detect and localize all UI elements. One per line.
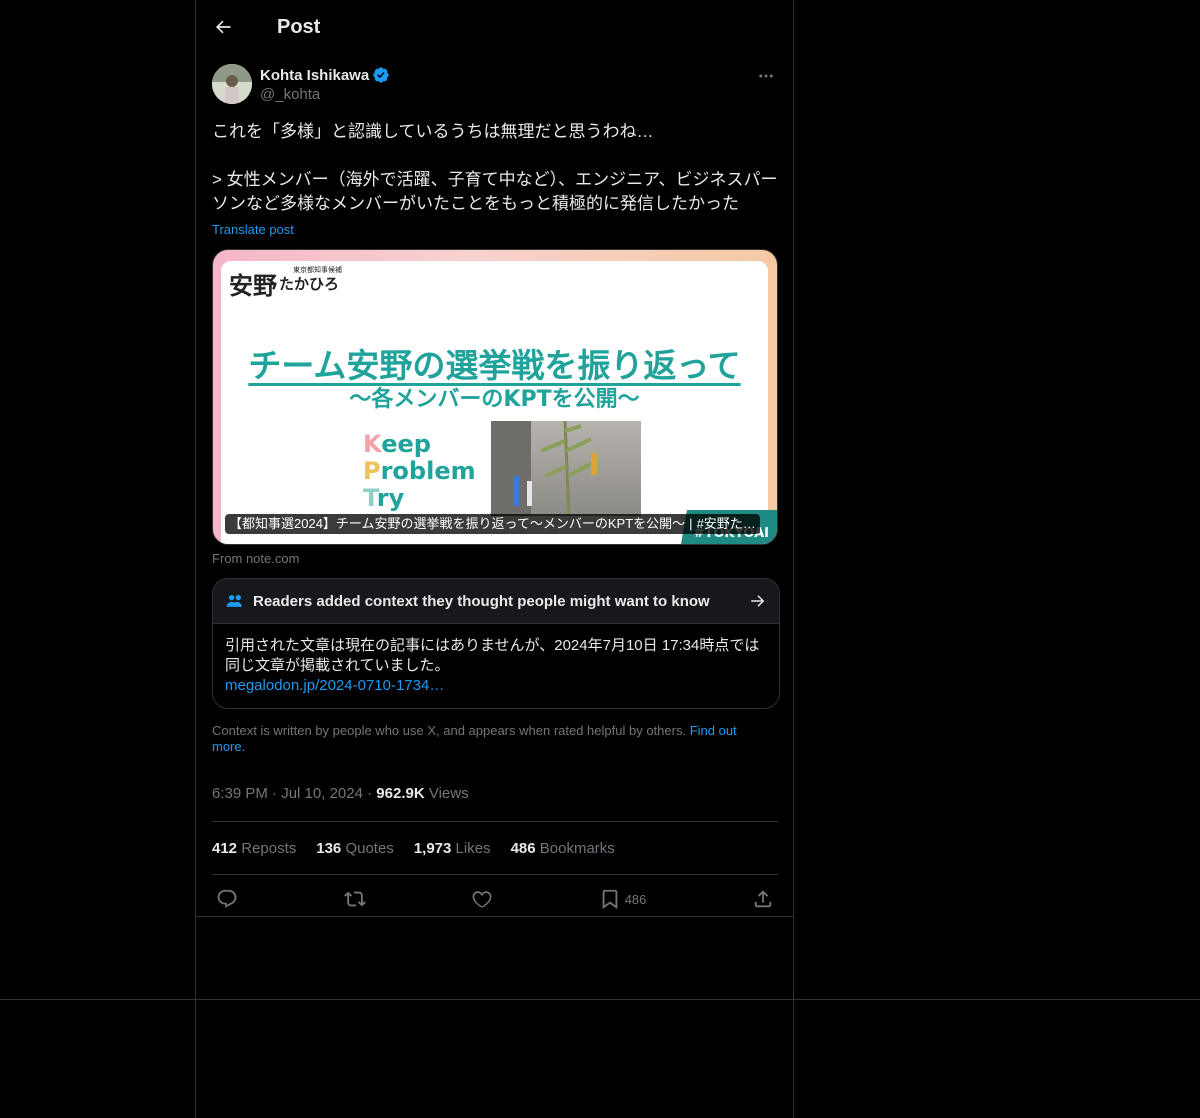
- community-note-link[interactable]: megalodon.jp/2024-0710-1734…: [225, 676, 767, 696]
- more-options-button[interactable]: [754, 66, 778, 86]
- author-name-row[interactable]: Kohta Ishikawa: [260, 64, 390, 86]
- heart-icon: [472, 891, 492, 908]
- card-subheadline: 〜各メンバーのKPTを公開〜: [349, 387, 640, 412]
- caption-separator: |: [689, 516, 693, 531]
- views-label: Views: [428, 785, 469, 802]
- post-text: これを「多様」と認識しているうちは無理だと思うわね… > 女性メンバー（海外で活…: [212, 122, 778, 213]
- back-button[interactable]: [205, 9, 241, 45]
- arrow-right-icon: [751, 595, 765, 607]
- card-caption-title: 【都知事選2024】チーム安野の選挙戦を振り返って〜メンバーのKPTを公開〜: [229, 516, 686, 531]
- bookmark-button[interactable]: 486: [599, 888, 647, 910]
- kpt-keep: Keep: [363, 430, 431, 458]
- kpt-list: Keep Problem Try: [363, 431, 476, 512]
- share-icon: [754, 890, 772, 908]
- post-header: Post: [196, 0, 793, 54]
- community-note-header[interactable]: Readers added context they thought peopl…: [213, 579, 779, 624]
- card-image: 東京都知事候補 安野 たかひろ チーム安野の選挙戦を振り返って 〜各メンバーのK…: [221, 261, 768, 544]
- community-note-title: Readers added context they thought peopl…: [253, 592, 710, 610]
- post-date[interactable]: Jul 10, 2024: [281, 785, 363, 802]
- meta-separator: ·: [367, 785, 373, 802]
- card-source[interactable]: From note.com: [212, 551, 778, 566]
- logo-main: 安野: [229, 272, 277, 300]
- views-count: 962.9K: [376, 785, 425, 802]
- community-note: Readers added context they thought peopl…: [212, 578, 780, 709]
- author-names: Kohta Ishikawa @_kohta: [260, 64, 390, 106]
- author-handle[interactable]: @_kohta: [260, 86, 390, 106]
- link-card[interactable]: 東京都知事候補 安野 たかひろ チーム安野の選挙戦を振り返って 〜各メンバーのK…: [212, 249, 778, 545]
- people-icon: [226, 595, 242, 607]
- repost-icon: [343, 891, 366, 907]
- share-button[interactable]: [752, 888, 774, 910]
- context-text: Context is written by people who use X, …: [212, 723, 687, 738]
- kpt-try: Try: [363, 484, 405, 512]
- more-horizontal-icon: [759, 74, 773, 78]
- main-column: Post Kohta Ishikawa @_kohta これを「多様」と認識して…: [195, 0, 794, 1118]
- page-title: Post: [277, 15, 321, 38]
- bookmark-icon: [602, 889, 618, 909]
- translate-post-link[interactable]: Translate post: [212, 222, 778, 237]
- card-headline: チーム安野の選挙戦を振り返って: [248, 346, 741, 385]
- stat-reposts[interactable]: 412 Reposts: [212, 840, 296, 857]
- reply-icon: [217, 889, 237, 908]
- bookmark-count: 486: [624, 891, 647, 907]
- bamboo-photo: [491, 421, 641, 516]
- author-name[interactable]: Kohta Ishikawa: [260, 67, 369, 84]
- post-meta: 6:39 PM · Jul 10, 2024 · 962.9K Views: [212, 785, 778, 805]
- post-bottom-border: [196, 916, 793, 917]
- logo-name: たかひろ: [279, 276, 340, 293]
- repost-button[interactable]: [343, 888, 366, 910]
- meta-separator: ·: [272, 785, 278, 802]
- community-note-body: 引用された文章は現在の記事にはありませんが、2024年7月10日 17:34時点…: [213, 624, 779, 708]
- stat-bookmarks[interactable]: 486 Bookmarks: [511, 840, 615, 857]
- post-time[interactable]: 6:39 PM: [212, 785, 268, 802]
- context-disclaimer: Context is written by people who use X, …: [212, 723, 772, 755]
- community-note-text: 引用された文章は現在の記事にはありませんが、2024年7月10日 17:34時点…: [225, 637, 760, 674]
- avatar[interactable]: [212, 64, 252, 104]
- stat-likes[interactable]: 1,973 Likes: [414, 840, 491, 857]
- like-button[interactable]: [471, 888, 493, 910]
- verified-badge-icon: [373, 67, 389, 83]
- card-caption: 【都知事選2024】チーム安野の選挙戦を振り返って〜メンバーのKPTを公開〜 |…: [225, 514, 760, 534]
- stat-quotes[interactable]: 136 Quotes: [316, 840, 394, 857]
- arrow-left-icon: [216, 20, 231, 34]
- post: Kohta Ishikawa @_kohta これを「多様」と認識しているうちは…: [212, 64, 780, 923]
- card-caption-tag: #安野た…: [696, 516, 756, 531]
- author-row: Kohta Ishikawa @_kohta: [212, 64, 778, 108]
- engagement-stats: 412 Reposts 136 Quotes 1,973 Likes 486 B…: [212, 822, 778, 874]
- kpt-problem: Problem: [363, 457, 476, 485]
- reply-button[interactable]: [216, 888, 238, 910]
